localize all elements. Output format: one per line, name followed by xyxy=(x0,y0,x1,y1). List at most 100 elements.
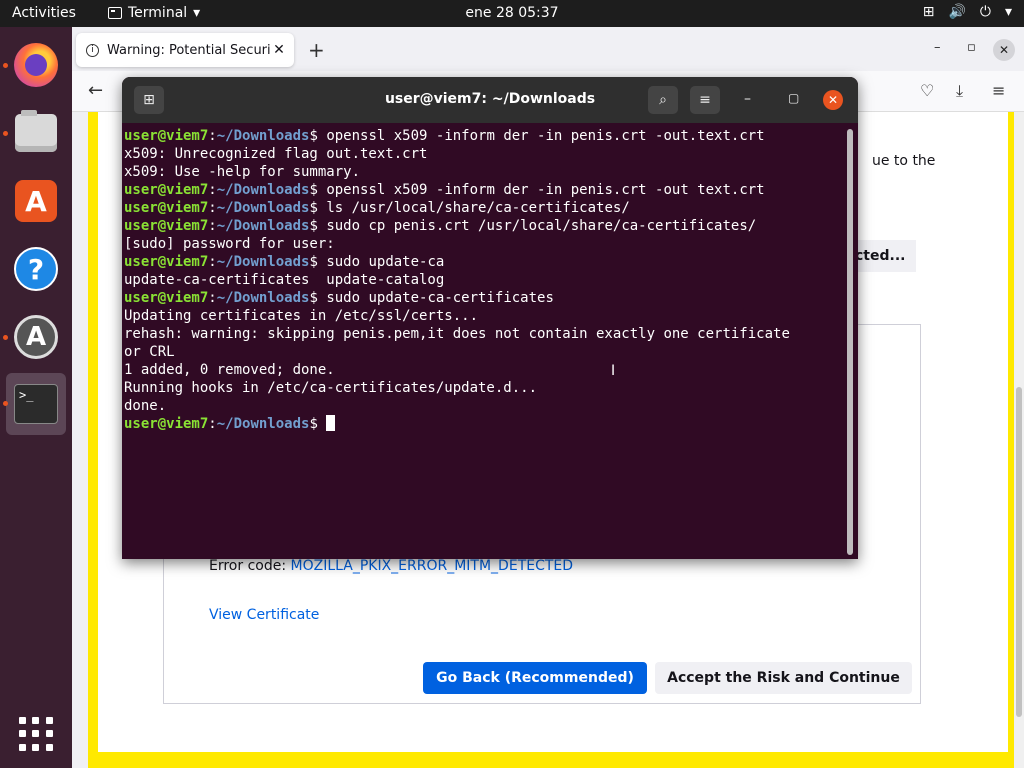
software-updater-icon: A xyxy=(14,315,58,359)
page-scrollbar[interactable] xyxy=(1014,112,1024,768)
chevron-down-icon: ▾ xyxy=(193,5,201,21)
power-icon: ⏻ xyxy=(979,4,991,20)
prompt-user: user@viem7 xyxy=(124,254,209,270)
command-text: openssl x509 -inform der -in penis.crt -… xyxy=(326,128,765,144)
warning-text-fragment: ue to the xyxy=(872,153,936,169)
menu-icon[interactable]: ≡ xyxy=(992,81,1005,100)
download-icon[interactable]: ⤓ xyxy=(956,81,963,101)
go-back-button[interactable]: Go Back (Recommended) xyxy=(423,662,647,694)
dock-item-software-updater[interactable]: A xyxy=(3,307,66,367)
terminal-output-line: 1 added, 0 removed; done. xyxy=(124,362,335,378)
back-button[interactable]: ← xyxy=(88,80,103,101)
prompt-user: user@viem7 xyxy=(124,128,209,144)
network-icon: ⊞ xyxy=(922,4,935,20)
command-text: sudo cp penis.crt /usr/local/share/ca-ce… xyxy=(326,218,757,234)
error-code-link[interactable]: MOZILLA_PKIX_ERROR_MITM_DETECTED xyxy=(291,558,574,574)
advanced-button[interactable]: cted... xyxy=(855,240,916,272)
terminal-command-line: user@viem7:~/Downloads$ ls /usr/local/sh… xyxy=(124,199,844,217)
prompt-end: $ xyxy=(309,290,327,306)
dock-item-help[interactable]: ? xyxy=(6,239,66,299)
terminal-output-line: or CRL xyxy=(124,344,175,360)
prompt-user: user@viem7 xyxy=(124,290,209,306)
terminal-output-line: [sudo] password for user: xyxy=(124,236,335,252)
prompt-end: $ xyxy=(309,416,327,432)
prompt-user: user@viem7 xyxy=(124,200,209,216)
running-indicator xyxy=(3,401,8,406)
prompt-separator: : xyxy=(208,128,217,144)
prompt-end: $ xyxy=(309,218,327,234)
command-text: sudo update-ca-certificates xyxy=(326,290,554,306)
command-text: openssl x509 -inform der -in penis.crt -… xyxy=(326,182,765,198)
text-cursor-icon: I xyxy=(611,363,616,379)
terminal-command-line: user@viem7:~/Downloads$ xyxy=(124,415,844,433)
show-applications-button[interactable] xyxy=(19,717,53,751)
pocket-icon[interactable]: ♡ xyxy=(920,81,934,100)
new-tab-button[interactable]: ⊞ xyxy=(134,86,164,114)
terminal-header-bar[interactable]: ⊞ user@viem7: ~/Downloads ⌕ ≡ – ▢ ✕ xyxy=(122,77,858,123)
terminal-output-line: Running hooks in /etc/ca-certificates/up… xyxy=(124,380,538,396)
chevron-down-icon: ▾ xyxy=(1004,4,1012,20)
dock-item-ubuntu-software[interactable]: A xyxy=(6,171,66,231)
prompt-path: ~/Downloads xyxy=(216,290,310,306)
dock-item-firefox[interactable] xyxy=(3,35,66,95)
clock[interactable]: ene 28 05:37 xyxy=(465,5,558,21)
app-menu[interactable]: Terminal ▾ xyxy=(108,5,200,21)
prompt-end: $ xyxy=(309,200,327,216)
terminal-icon xyxy=(108,7,122,19)
maximize-button[interactable]: ▫ xyxy=(967,40,976,55)
terminal-window: ⊞ user@viem7: ~/Downloads ⌕ ≡ – ▢ ✕ user… xyxy=(122,77,858,559)
minimize-button[interactable]: – xyxy=(744,91,751,107)
error-code-line: Error code: MOZILLA_PKIX_ERROR_MITM_DETE… xyxy=(209,558,573,574)
accept-risk-button[interactable]: Accept the Risk and Continue xyxy=(655,662,912,694)
running-indicator xyxy=(3,335,8,340)
terminal-output[interactable]: user@viem7:~/Downloads$ openssl x509 -in… xyxy=(124,127,844,555)
info-icon: i xyxy=(86,43,99,57)
terminal-command-line: user@viem7:~/Downloads$ openssl x509 -in… xyxy=(124,127,844,145)
error-code-label: Error code: xyxy=(209,558,291,574)
prompt-end: $ xyxy=(309,182,327,198)
terminal-output-line: rehash: warning: skipping penis.pem,it d… xyxy=(124,326,790,342)
prompt-separator: : xyxy=(208,182,217,198)
new-tab-button[interactable]: + xyxy=(308,38,325,62)
prompt-path: ~/Downloads xyxy=(216,200,310,216)
maximize-button[interactable]: ▢ xyxy=(788,91,799,105)
close-button[interactable]: ✕ xyxy=(823,90,843,110)
window-close-button[interactable]: ✕ xyxy=(993,39,1015,61)
top-bar: Activities Terminal ▾ ene 28 05:37 ⊞ 🔊 ⏻… xyxy=(0,0,1024,27)
advanced-button-label: cted... xyxy=(855,248,906,264)
prompt-separator: : xyxy=(208,290,217,306)
terminal-output-line: x509: Unrecognized flag out.text.crt xyxy=(124,146,428,162)
running-indicator xyxy=(3,131,8,136)
prompt-user: user@viem7 xyxy=(124,182,209,198)
search-button[interactable]: ⌕ xyxy=(648,86,678,114)
prompt-path: ~/Downloads xyxy=(216,128,310,144)
system-tray[interactable]: ⊞ 🔊 ⏻ ▾ xyxy=(923,4,1012,20)
software-store-icon: A xyxy=(15,180,57,222)
tab-close-icon[interactable]: ✕ xyxy=(270,42,288,58)
command-text: ls /usr/local/share/ca-certificates/ xyxy=(326,200,630,216)
prompt-path: ~/Downloads xyxy=(216,182,310,198)
dock-item-terminal[interactable]: >_ xyxy=(3,373,66,435)
prompt-path: ~/Downloads xyxy=(216,254,310,270)
firefox-icon xyxy=(14,43,58,87)
terminal-command-line: user@viem7:~/Downloads$ sudo update-ca xyxy=(124,253,844,271)
terminal-output-line: update-ca-certificates update-catalog xyxy=(124,272,445,288)
view-certificate-link[interactable]: View Certificate xyxy=(209,607,319,623)
tab-bar: i Warning: Potential Security Risk Ahead… xyxy=(72,27,1024,71)
dock-item-files[interactable] xyxy=(3,103,66,163)
prompt-end: $ xyxy=(309,254,327,270)
tab-security-warning[interactable]: i Warning: Potential Security Risk Ahead… xyxy=(76,33,294,67)
prompt-user: user@viem7 xyxy=(124,416,209,432)
minimize-button[interactable]: – xyxy=(934,40,941,55)
terminal-output-line: done. xyxy=(124,398,167,414)
terminal-scrollbar[interactable] xyxy=(847,129,853,555)
prompt-separator: : xyxy=(208,218,217,234)
terminal-cursor xyxy=(326,415,336,431)
terminal-command-line: user@viem7:~/Downloads$ openssl x509 -in… xyxy=(124,181,844,199)
scrollbar-thumb[interactable] xyxy=(1016,387,1022,717)
menu-button[interactable]: ≡ xyxy=(690,86,720,114)
prompt-separator: : xyxy=(208,200,217,216)
prompt-separator: : xyxy=(208,254,217,270)
command-text: sudo update-ca xyxy=(326,254,445,270)
activities-button[interactable]: Activities xyxy=(12,5,76,21)
